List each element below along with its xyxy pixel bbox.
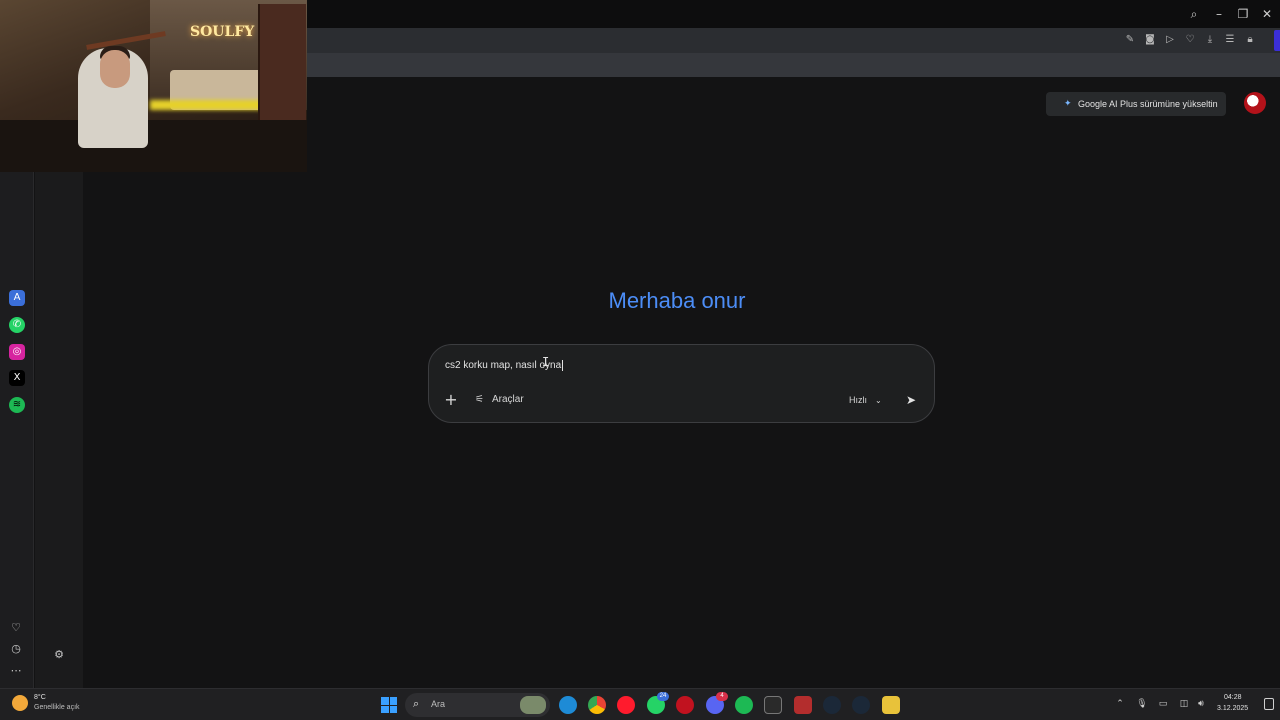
browser-toolbar: ✎ ◙ ▷ ♡ ⤓ ☰ 🔒︎	[307, 28, 1280, 53]
heart-icon[interactable]: ♡	[9, 621, 23, 635]
spotify-icon[interactable]	[735, 696, 753, 714]
browser-app-rail: A ✆ ◎ X ≋ ♡ ◷ ⋯	[0, 172, 34, 688]
steam-icon[interactable]	[823, 696, 841, 714]
rockstar-icon[interactable]	[794, 696, 812, 714]
aria-icon[interactable]: A	[9, 290, 25, 306]
gemini-sidebar: ⚙	[35, 172, 83, 688]
history-icon[interactable]: ◷	[9, 642, 23, 656]
upgrade-button[interactable]: ✦ Google AI Plus sürümüne yükseltin	[1046, 92, 1226, 116]
neon-sign: SOULFY	[190, 24, 255, 40]
prompt-input[interactable]: cs2 korku map, nasıl oyna	[445, 360, 915, 371]
battery-icon[interactable]: ▭	[1157, 698, 1169, 710]
search-icon[interactable]: ⌕	[1186, 6, 1202, 22]
windows-taskbar: 8°C Genellikle açık ⌕ Ara 24 4 ⌃ 🎙︎ ▭ ◫ …	[0, 688, 1280, 720]
webcam-desk	[0, 120, 307, 172]
weather-temp[interactable]: 8°C	[34, 694, 46, 701]
whatsapp-icon[interactable]: ✆	[9, 317, 25, 333]
epic-games-icon[interactable]	[764, 696, 782, 714]
taskbar-search-placeholder: Ara	[431, 699, 446, 709]
edit-icon[interactable]: ✎	[1123, 33, 1137, 47]
tools-button[interactable]: ⚟ Araçlar	[475, 393, 524, 407]
send-button[interactable]: ➤	[901, 390, 921, 410]
text-caret	[562, 360, 564, 371]
mode-label: Hızlı	[849, 395, 867, 405]
prompt-composer: cs2 korku map, nasıl oyna + ⚟ Araçlar Hız…	[428, 344, 935, 423]
upgrade-label: Google AI Plus sürümüne yükseltin	[1078, 99, 1218, 109]
spotify-icon[interactable]: ≋	[9, 397, 25, 413]
play-icon[interactable]: ▷	[1163, 33, 1177, 47]
add-attachment-button[interactable]: +	[443, 392, 459, 408]
network-icon[interactable]: ◫	[1178, 698, 1190, 710]
instagram-icon[interactable]: ◎	[9, 344, 25, 360]
riot-icon[interactable]	[676, 696, 694, 714]
clock-time[interactable]: 04:28	[1224, 694, 1242, 701]
more-icon[interactable]: ⋯	[9, 664, 23, 678]
mouse-ibeam-cursor: I	[542, 355, 550, 369]
weather-desc[interactable]: Genellikle açık	[34, 704, 80, 711]
weather-icon[interactable]	[12, 695, 28, 711]
sidebar-toggle[interactable]	[1274, 30, 1280, 51]
opera-icon[interactable]	[617, 696, 635, 714]
chrome-icon[interactable]	[588, 696, 606, 714]
volume-icon[interactable]: 🔊︎	[1195, 698, 1207, 710]
menu-icon[interactable]: ☰	[1223, 33, 1237, 47]
notification-icon[interactable]	[1264, 698, 1274, 710]
maximize-button[interactable]: ❐	[1235, 6, 1251, 22]
clock-date[interactable]: 3.12.2025	[1217, 705, 1248, 712]
address-bar[interactable]	[307, 53, 1280, 77]
mode-selector[interactable]: Hızlı ⌄	[849, 393, 882, 407]
download-icon[interactable]: ⤓	[1203, 33, 1217, 47]
x-twitter-icon[interactable]: X	[9, 370, 25, 386]
webcam-person-head	[100, 50, 130, 88]
chevron-down-icon: ⌄	[875, 396, 882, 405]
edge-icon[interactable]	[559, 696, 577, 714]
start-button[interactable]	[381, 697, 397, 713]
webcam-overlay: SOULFY	[0, 0, 307, 172]
search-icon: ⌕	[413, 697, 420, 710]
minimize-button[interactable]: –	[1211, 6, 1227, 22]
taskbar-search[interactable]: ⌕ Ara	[405, 693, 550, 717]
discord-badge: 4	[716, 692, 728, 701]
settings-icon[interactable]: ⚙	[52, 648, 66, 662]
tools-label: Araçlar	[492, 394, 524, 405]
avatar[interactable]	[1244, 92, 1266, 114]
chevron-up-icon[interactable]: ⌃	[1114, 698, 1126, 710]
lock-icon[interactable]: 🔒︎	[1243, 33, 1257, 47]
greeting-title: Merhaba onur	[608, 288, 746, 313]
camera-icon[interactable]: ◙	[1143, 33, 1157, 47]
close-button[interactable]: ✕	[1259, 6, 1275, 22]
steam-alt-icon[interactable]	[852, 696, 870, 714]
pinned-app-icon[interactable]	[882, 696, 900, 714]
sparkle-icon: ✦	[1064, 99, 1072, 109]
tools-icon: ⚟	[475, 394, 484, 405]
whatsapp-badge: 24	[657, 692, 669, 701]
microphone-icon[interactable]: 🎙︎	[1136, 698, 1148, 710]
search-highlight-image	[520, 696, 546, 714]
heart-icon[interactable]: ♡	[1183, 33, 1197, 47]
